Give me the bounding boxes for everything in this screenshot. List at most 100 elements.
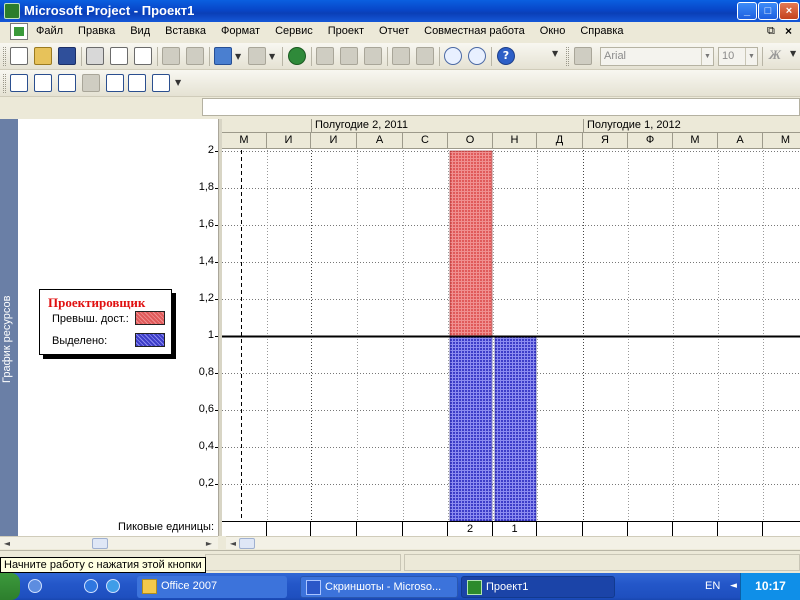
hyperlink-globe-icon[interactable] xyxy=(288,47,306,65)
taskbar-button-label: Проект1 xyxy=(486,581,529,593)
legend-hscroll[interactable]: ◄ ► xyxy=(0,536,218,549)
outline-icon[interactable] xyxy=(58,74,76,92)
paste-icon[interactable] xyxy=(186,47,204,65)
browser-icon[interactable] xyxy=(106,579,120,593)
calculator-icon[interactable] xyxy=(82,74,100,92)
unlink-tasks-icon[interactable] xyxy=(340,47,358,65)
resource-toolbar: ▼ xyxy=(0,70,800,97)
doc-close-icon[interactable]: × xyxy=(785,24,792,38)
font-select[interactable]: Arial ▼ xyxy=(600,47,714,66)
taskbar-office-folder[interactable]: Office 2007 xyxy=(137,576,287,598)
table-icon[interactable] xyxy=(152,74,170,92)
view-name-label: График ресурсов xyxy=(1,295,13,383)
bold-button[interactable]: Ж xyxy=(766,47,784,65)
undo-dropdown-icon[interactable]: ▼ xyxy=(235,52,241,61)
taskbar: Office 2007 Скриншоты - Microso... Проек… xyxy=(0,573,800,600)
redo-icon[interactable] xyxy=(248,47,266,65)
toolbar-separator xyxy=(282,47,283,66)
close-button[interactable]: × xyxy=(779,2,799,20)
menu-view[interactable]: Вид xyxy=(128,25,157,37)
internet-explorer-icon[interactable] xyxy=(84,579,98,593)
print-icon[interactable] xyxy=(86,47,104,65)
chevron-down-icon[interactable]: ▼ xyxy=(701,48,713,65)
peak-units-cell: 2 xyxy=(448,522,493,536)
allocated-label: Выделено: xyxy=(52,335,108,347)
toolbar-separator xyxy=(439,47,440,66)
scroll-right-icon[interactable]: ► xyxy=(204,538,214,549)
taskbar-word-document[interactable]: Скриншоты - Microso... xyxy=(300,576,458,598)
view-bar[interactable]: График ресурсов xyxy=(0,119,18,549)
toolbar-grip[interactable] xyxy=(3,47,6,66)
redo-dropdown-icon[interactable]: ▼ xyxy=(269,52,275,61)
save-icon[interactable] xyxy=(58,47,76,65)
start-button[interactable] xyxy=(0,573,20,600)
scroll-thumb[interactable] xyxy=(239,538,255,549)
print-preview-icon[interactable] xyxy=(110,47,128,65)
resource-list-icon[interactable] xyxy=(106,74,124,92)
timescale-month: И xyxy=(311,133,357,148)
project-app-icon[interactable] xyxy=(4,3,20,19)
resource-legend: Проектировщик Превыш. дост.: Выделено: xyxy=(39,289,172,355)
font-size-select[interactable]: 10 ▼ xyxy=(718,47,758,66)
maximize-button[interactable]: □ xyxy=(758,2,778,20)
peak-units-cell xyxy=(267,522,311,536)
menu-tools[interactable]: Сервис xyxy=(273,25,320,37)
notes-icon[interactable] xyxy=(416,47,434,65)
new-document-icon[interactable] xyxy=(10,47,28,65)
entry-field[interactable] xyxy=(202,98,800,116)
toolbar-grip[interactable] xyxy=(3,74,6,93)
toolbar-options-icon[interactable]: ▼ xyxy=(552,49,558,58)
menu-window[interactable]: Окно xyxy=(538,25,573,37)
scroll-thumb[interactable] xyxy=(92,538,108,549)
scroll-left-icon[interactable]: ◄ xyxy=(228,538,238,549)
taskbar-project-window[interactable]: Проект1 xyxy=(461,576,615,598)
split-task-icon[interactable] xyxy=(364,47,382,65)
scroll-left-icon[interactable]: ◄ xyxy=(2,538,12,549)
chevron-down-icon[interactable]: ▼ xyxy=(745,48,757,65)
system-clock: 10:17 xyxy=(740,573,800,600)
menu-collaborate[interactable]: Совместная работа xyxy=(422,25,532,37)
toolbar-options-icon[interactable]: ▼ xyxy=(790,49,796,58)
open-folder-icon[interactable] xyxy=(34,47,52,65)
toolbar-options-icon[interactable]: ▼ xyxy=(175,78,181,87)
zoom-in-icon[interactable] xyxy=(444,47,462,65)
arrow-right-icon[interactable] xyxy=(574,47,592,65)
task-info-icon[interactable] xyxy=(392,47,410,65)
menu-project[interactable]: Проект xyxy=(326,25,371,37)
taskbar-button-label: Office 2007 xyxy=(161,580,218,592)
peak-units-row: 21 xyxy=(222,521,800,536)
peak-units-cell xyxy=(628,522,673,536)
doc-restore-icon[interactable]: ⧉ xyxy=(767,25,775,38)
link-tasks-icon[interactable] xyxy=(316,47,334,65)
outline-icon[interactable] xyxy=(34,74,52,92)
menu-edit[interactable]: Правка xyxy=(76,25,122,37)
peak-units-cell xyxy=(222,522,267,536)
bar-overallocated xyxy=(449,150,493,337)
status-bar: Начните работу с нажатия этой кнопки xyxy=(0,550,800,573)
menu-file[interactable]: Файл xyxy=(34,25,70,37)
menu-insert[interactable]: Вставка xyxy=(163,25,213,37)
help-icon[interactable]: ? xyxy=(497,47,515,65)
language-indicator[interactable]: EN xyxy=(705,580,720,592)
minimize-button[interactable]: _ xyxy=(737,2,757,20)
document-control-icon[interactable] xyxy=(10,23,28,40)
menu-report[interactable]: Отчет xyxy=(377,25,416,37)
peak-units-cell: 1 xyxy=(493,522,537,536)
toolbar-grip[interactable] xyxy=(566,47,569,66)
resource-graph-pane: Полугодие 2, 2011 Полугодие 1, 2012 МИИА… xyxy=(222,119,800,536)
legend-pane: Проектировщик Превыш. дост.: Выделено: 0… xyxy=(18,119,218,536)
level-resources-icon[interactable] xyxy=(128,74,146,92)
undo-icon[interactable] xyxy=(214,47,232,65)
show-desktop-icon[interactable] xyxy=(28,579,42,593)
zoom-out-icon[interactable] xyxy=(468,47,486,65)
tray-expand-icon[interactable]: ◄ xyxy=(730,581,737,591)
chart-hscroll[interactable]: ◄ xyxy=(226,536,800,549)
copy-icon[interactable] xyxy=(162,47,180,65)
spelling-icon[interactable] xyxy=(134,47,152,65)
menu-help[interactable]: Справка xyxy=(578,25,630,37)
outline-icon[interactable] xyxy=(10,74,28,92)
peak-units-cell xyxy=(311,522,357,536)
timescale-month: М xyxy=(222,133,267,148)
menu-format[interactable]: Формат xyxy=(219,25,267,37)
peak-units-cell xyxy=(537,522,583,536)
